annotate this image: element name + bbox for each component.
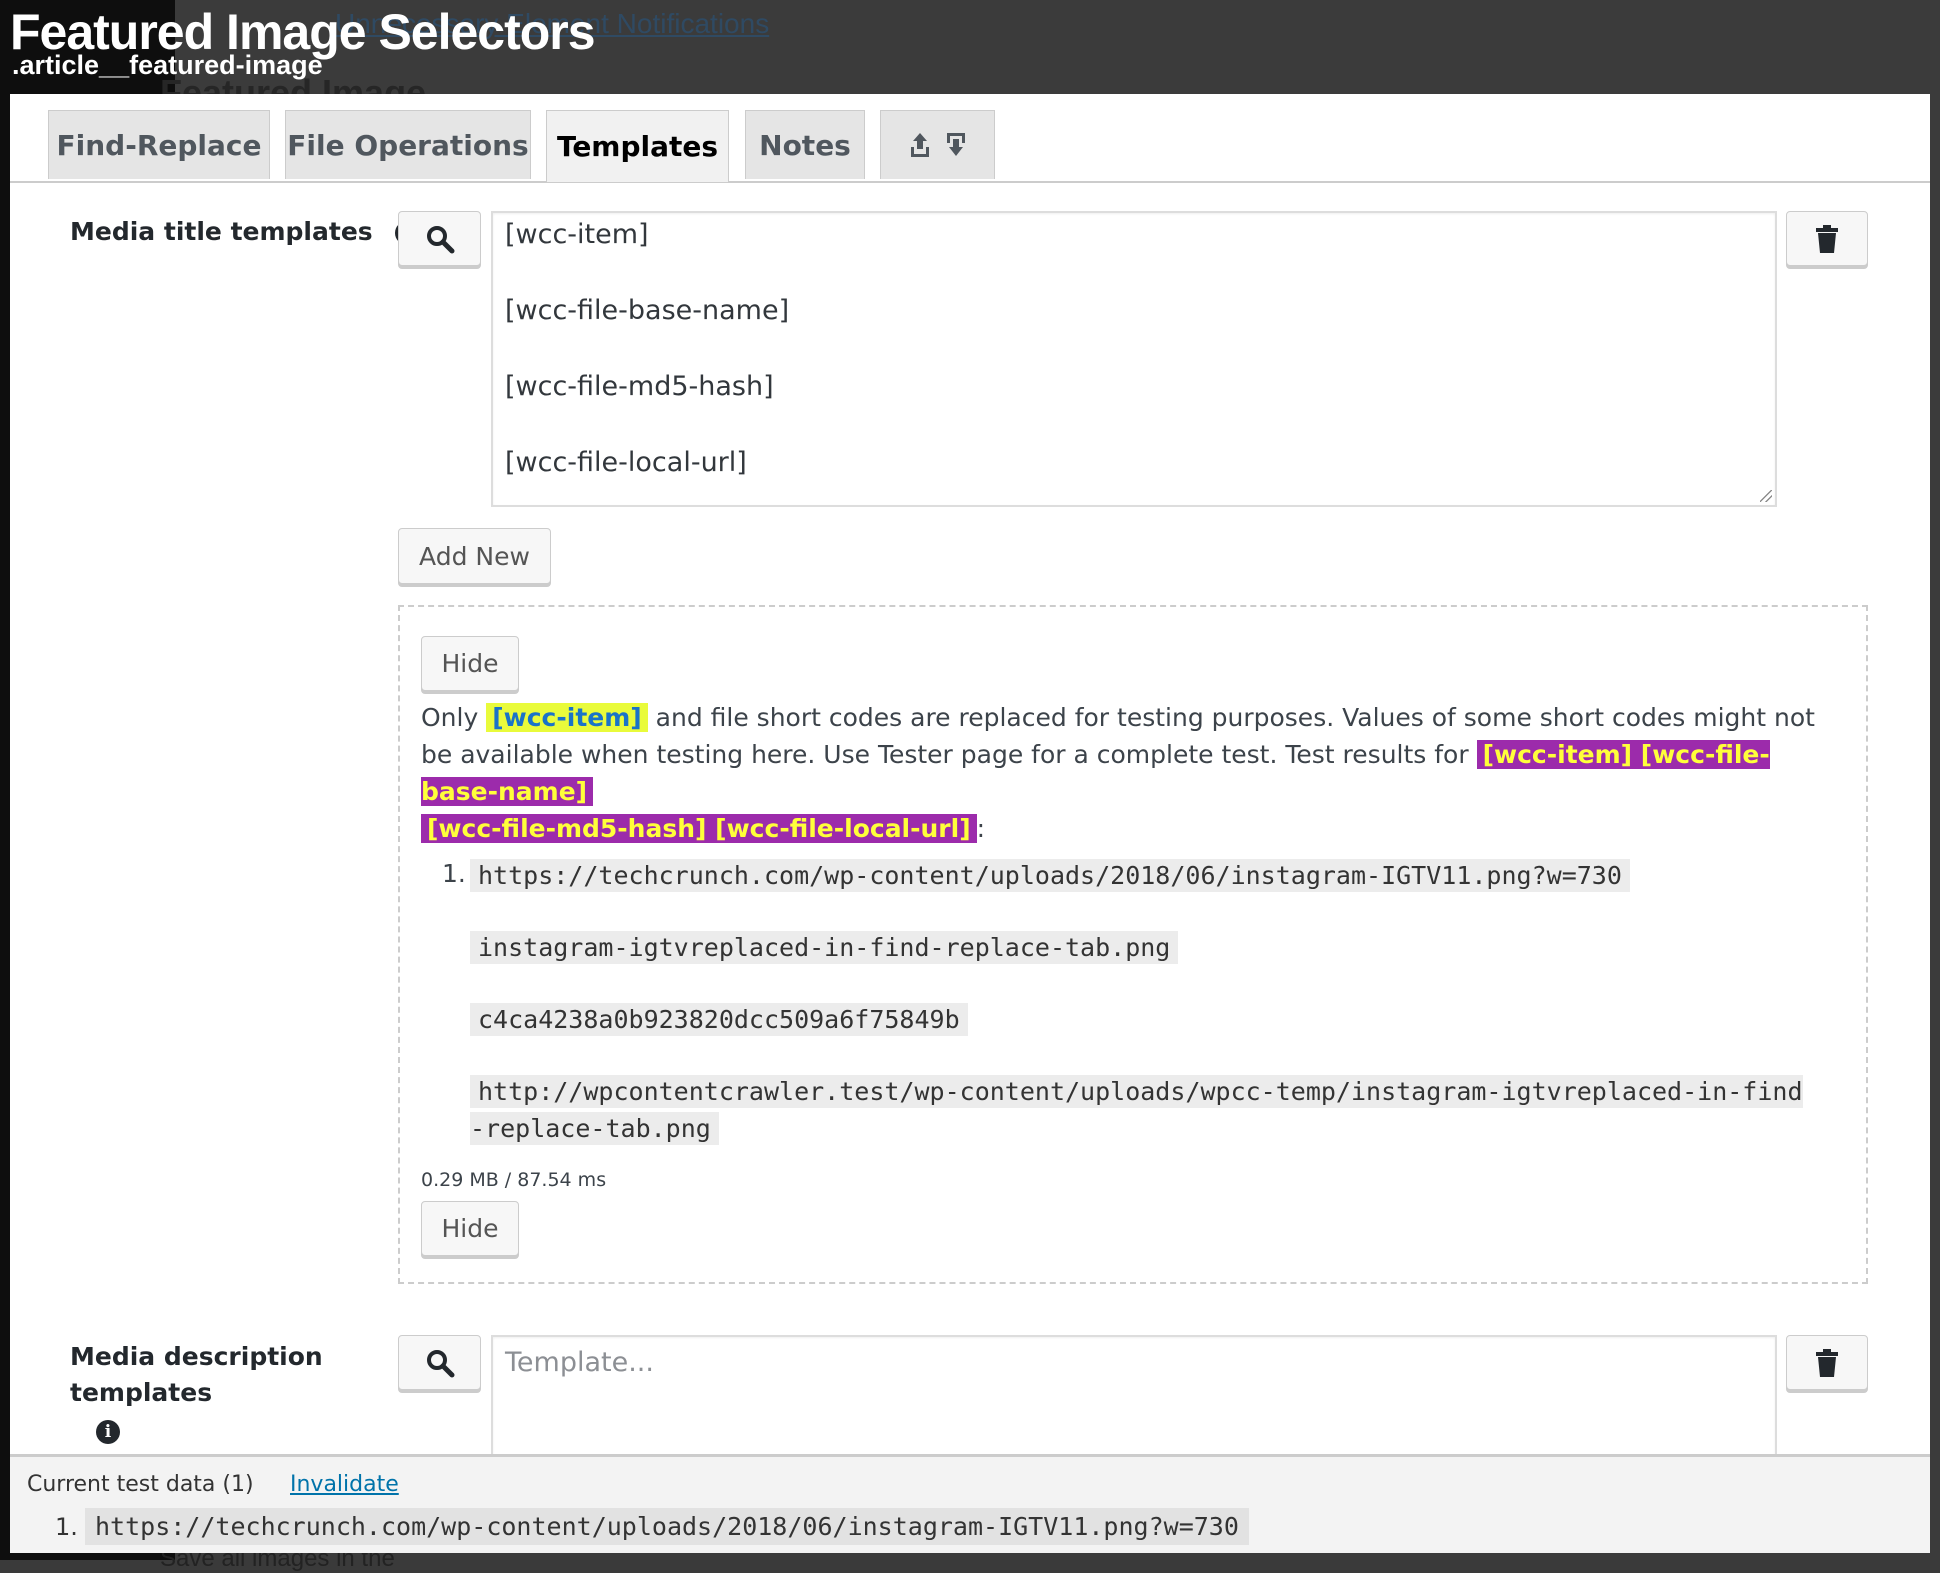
search-icon	[425, 1348, 455, 1378]
result-item: https://techcrunch.com/wp-content/upload…	[470, 857, 1830, 894]
media-title-templates-label: Media title templates i	[70, 214, 420, 250]
test-meta: 0.29 MB / 87.54 ms	[421, 1169, 607, 1191]
placeholder: Template...	[505, 1347, 654, 1378]
label-text: templates	[70, 1378, 213, 1407]
template-line: [wcc-file-base-name]	[505, 295, 790, 326]
invalidate-link[interactable]: Invalidate	[290, 1472, 399, 1497]
result-number: 1.	[442, 859, 466, 888]
text: :	[976, 814, 986, 843]
resize-handle[interactable]	[1760, 490, 1772, 502]
media-title-templates-textarea[interactable]: [wcc-item] [wcc-file-base-name] [wcc-fil…	[491, 211, 1777, 507]
export-icon[interactable]	[909, 131, 931, 159]
media-description-templates-label: Media description templates i	[70, 1339, 323, 1447]
result-value: c4ca4238a0b923820dcc509a6f75849b	[470, 1003, 968, 1036]
search-button[interactable]	[398, 1335, 481, 1390]
result-value: https://techcrunch.com/wp-content/upload…	[470, 859, 1630, 892]
result-value: http://wpcontentcrawler.test/wp-content/…	[470, 1075, 1803, 1145]
label-text: Media description	[70, 1342, 323, 1371]
search-icon	[425, 224, 455, 254]
text: Only	[421, 703, 479, 732]
test-data-number: 1.	[55, 1513, 78, 1541]
highlighted-shortcode: [wcc-item]	[486, 703, 648, 732]
template-line: [wcc-item]	[505, 219, 649, 250]
template-line: [wcc-file-local-url]	[505, 447, 747, 478]
template-line: [wcc-file-md5-hash]	[505, 371, 774, 402]
tab-bar: Find-Replace File Operations Templates N…	[10, 110, 1930, 183]
media-description-templates-textarea[interactable]: Template...	[491, 1335, 1777, 1454]
tab-find-replace[interactable]: Find-Replace	[48, 110, 270, 179]
hide-button[interactable]: Hide	[421, 636, 519, 691]
add-new-button[interactable]: Add New	[398, 528, 551, 584]
settings-modal: Find-Replace File Operations Templates N…	[10, 94, 1930, 1454]
tab-file-operations[interactable]: File Operations	[285, 110, 531, 179]
trash-icon	[1815, 224, 1839, 254]
test-data-url: https://techcrunch.com/wp-content/upload…	[85, 1508, 1249, 1545]
test-info-text: Only [wcc-item] and file short codes are…	[421, 699, 1841, 847]
test-results-panel: Hide Only [wcc-item] and file short code…	[398, 605, 1868, 1284]
trash-icon	[1815, 1348, 1839, 1378]
result-value: instagram-igtvreplaced-in-find-replace-t…	[470, 931, 1179, 964]
result-item: c4ca4238a0b923820dcc509a6f75849b	[470, 1001, 1830, 1038]
delete-button[interactable]	[1786, 1335, 1868, 1390]
current-test-data-panel: Current test data (1) Invalidate 1. http…	[10, 1454, 1930, 1553]
tab-notes[interactable]: Notes	[745, 110, 865, 179]
current-test-data-title: Current test data (1)	[27, 1472, 254, 1497]
tab-templates[interactable]: Templates	[546, 110, 729, 182]
selector-subtitle: .article__featured-image	[12, 50, 323, 80]
label-text: Media title templates	[70, 217, 373, 246]
search-button[interactable]	[398, 211, 481, 266]
info-icon[interactable]: i	[96, 1420, 120, 1444]
delete-button[interactable]	[1786, 211, 1868, 266]
hide-button-bottom[interactable]: Hide	[421, 1201, 519, 1256]
highlighted-shortcodes: [wcc-file-md5-hash] [wcc-file-local-url]	[421, 814, 977, 843]
result-item: http://wpcontentcrawler.test/wp-content/…	[470, 1073, 1810, 1147]
import-icon[interactable]	[945, 131, 967, 159]
tab-import-export[interactable]	[880, 110, 995, 179]
result-item: instagram-igtvreplaced-in-find-replace-t…	[470, 929, 1830, 966]
